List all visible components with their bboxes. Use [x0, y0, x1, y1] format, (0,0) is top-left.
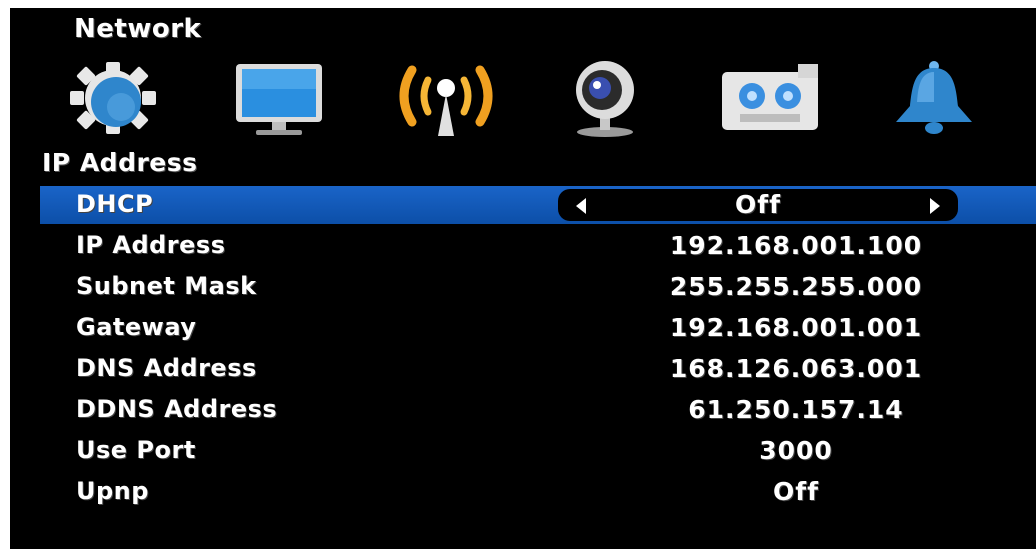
setting-row-gateway[interactable]: Gateway 192.168.001.001: [40, 309, 1036, 347]
setting-label: IP Address: [76, 231, 226, 259]
setting-value: 255.255.255.000: [669, 272, 923, 301]
setting-row-subnet-mask[interactable]: Subnet Mask 255.255.255.000: [40, 268, 1036, 306]
arrow-right-icon[interactable]: [930, 198, 940, 214]
dhcp-selector[interactable]: Off: [558, 189, 958, 221]
setting-value: Off: [772, 477, 819, 506]
setting-value: 61.250.157.14: [688, 395, 904, 424]
top-edge: [0, 0, 1036, 8]
setting-row-upnp[interactable]: Upnp Off: [40, 473, 1036, 511]
recording-tape-icon[interactable]: [718, 58, 822, 138]
setting-value: 192.168.001.100: [669, 231, 923, 260]
setting-label: DDNS Address: [76, 395, 278, 423]
setting-row-ip-address[interactable]: IP Address 192.168.001.100: [40, 227, 1036, 265]
display-monitor-icon[interactable]: [232, 58, 326, 138]
network-antenna-icon[interactable]: [392, 58, 500, 138]
setting-label: Subnet Mask: [76, 272, 257, 300]
menu-title: Network: [74, 14, 202, 44]
setting-row-dns-address[interactable]: DNS Address 168.126.063.001: [40, 350, 1036, 388]
alarm-bell-icon[interactable]: [888, 58, 980, 138]
setting-label: Use Port: [76, 436, 196, 464]
setting-label: Gateway: [76, 313, 197, 341]
setting-label: DHCP: [76, 190, 154, 218]
camera-icon[interactable]: [566, 58, 644, 138]
setting-label: Upnp: [76, 477, 149, 505]
setting-row-dhcp[interactable]: DHCP Off: [40, 186, 1036, 224]
system-gear-icon[interactable]: [66, 58, 158, 138]
section-title: IP Address: [42, 148, 198, 177]
setting-value: Off: [734, 190, 781, 219]
menu-icon-bar: [0, 58, 1036, 138]
setting-value: 192.168.001.001: [669, 313, 923, 342]
setting-row-use-port[interactable]: Use Port 3000: [40, 432, 1036, 470]
setting-value: 3000: [759, 436, 833, 465]
setting-label: DNS Address: [76, 354, 257, 382]
setting-row-ddns-address[interactable]: DDNS Address 61.250.157.14: [40, 391, 1036, 429]
setting-value: 168.126.063.001: [669, 354, 923, 383]
